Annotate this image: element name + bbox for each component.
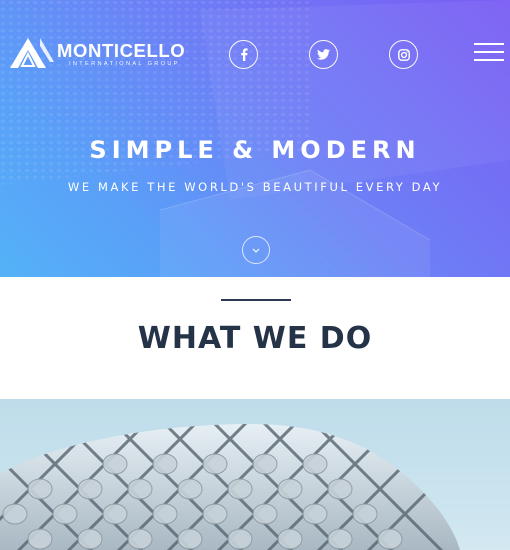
menu-line xyxy=(474,51,504,53)
what-we-do-section: WHAT WE DO xyxy=(0,277,510,399)
logo-mark-icon xyxy=(10,38,54,68)
scroll-down-button[interactable] xyxy=(242,236,270,264)
brand-name: MONTICELLO xyxy=(57,40,186,61)
chevron-down-icon xyxy=(252,248,260,253)
menu-line xyxy=(474,43,504,45)
brand-logo[interactable]: MONTICELLO INTERNATIONAL GROUP xyxy=(10,36,185,72)
twitter-button[interactable] xyxy=(309,40,338,69)
hero-subtitle: WE MAKE THE WORLD'S BEAUTIFUL EVERY DAY xyxy=(67,180,443,194)
hero-title: SIMPLE & MODERN xyxy=(89,136,421,164)
instagram-icon xyxy=(397,48,410,61)
architecture-photo xyxy=(0,399,510,550)
hero-banner: MONTICELLO INTERNATIONAL GROUP SIMPLE & … xyxy=(0,0,510,277)
instagram-button[interactable] xyxy=(389,40,418,69)
hamburger-menu-icon[interactable] xyxy=(474,43,504,63)
facebook-button[interactable] xyxy=(229,40,258,69)
facebook-icon xyxy=(240,48,248,61)
brand-tagline: INTERNATIONAL GROUP xyxy=(69,61,180,67)
menu-line xyxy=(474,59,504,61)
section-divider xyxy=(221,299,291,301)
section-title: WHAT WE DO xyxy=(137,321,373,356)
twitter-icon xyxy=(317,49,330,60)
dome-facade-image xyxy=(0,424,460,550)
